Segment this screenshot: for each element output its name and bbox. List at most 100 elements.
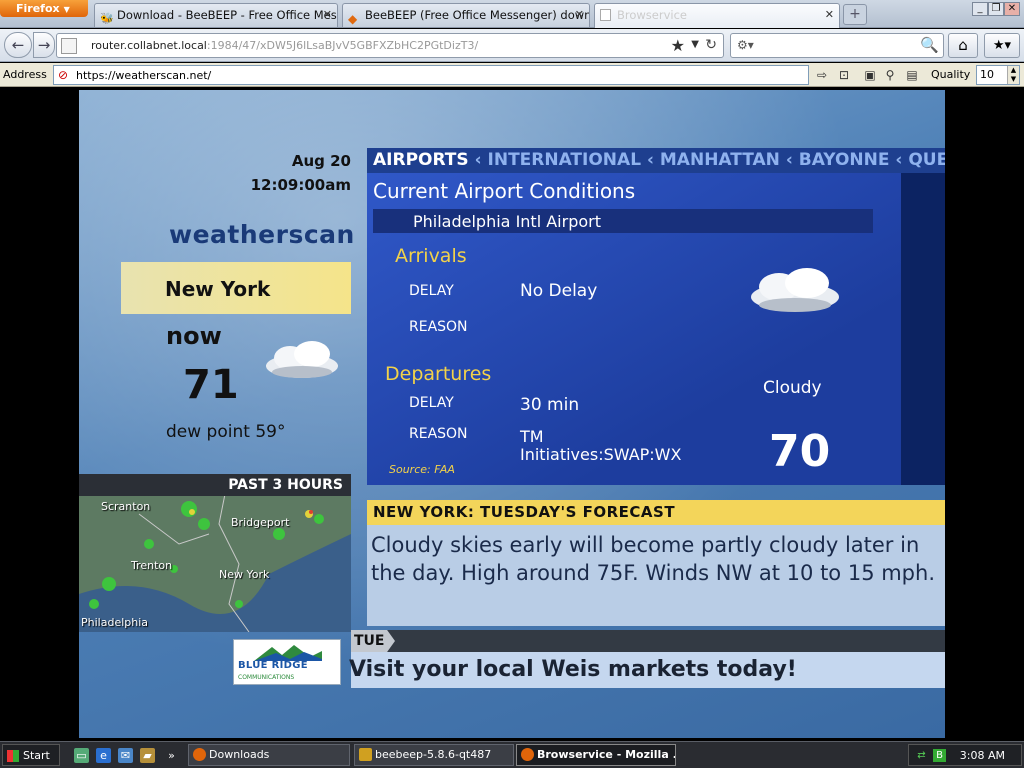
search-icon[interactable]: 🔍 [920, 36, 939, 54]
network-icon[interactable]: ⇄ [915, 749, 928, 762]
quality-label: Quality [931, 68, 971, 81]
chevron-down-icon: ▼ [63, 5, 70, 14]
airport-name-bar: Philadelphia Intl Airport [373, 209, 873, 233]
airport-title: Current Airport Conditions [373, 179, 636, 203]
internet-explorer-icon[interactable]: e [96, 748, 111, 763]
current-conditions-panel: Aug 20 12:09:00am weatherscan New York n… [79, 90, 354, 475]
cloudy-icon [751, 268, 839, 312]
forecast-panel: NEW YORK: TUESDAY'S FORECAST Cloudy skie… [367, 500, 945, 626]
firefox-icon [521, 748, 534, 761]
arrivals-delay-label: DELAY [409, 283, 454, 299]
search-engine-icon[interactable]: ⚙▾ [737, 38, 754, 52]
page-viewport: Aug 20 12:09:00am weatherscan New York n… [0, 88, 1024, 741]
airport-body: Current Airport Conditions Philadelphia … [367, 173, 901, 485]
taskbar-item-browservice[interactable]: Browservice - Mozilla ... [516, 744, 676, 766]
data-source: Source: FAA [389, 463, 455, 476]
forward-arrow-icon: → [37, 36, 51, 54]
map-label: Philadelphia [81, 616, 149, 629]
chevron-left-icon: ‹ [895, 150, 909, 170]
url-bar[interactable]: router.collabnet.local:1984/47/xDW5J6lLs… [56, 33, 724, 58]
clock: 3:08 AM [959, 749, 1005, 762]
bookmarks-button[interactable]: ★▾ [984, 33, 1020, 58]
bookmark-icon[interactable]: ⊡ [836, 67, 852, 83]
departures-heading: Departures [385, 363, 492, 385]
airport-nav: AIRPORTS ‹ INTERNATIONAL ‹ MANHATTAN ‹ B… [367, 148, 945, 173]
more-icons-chevron-icon[interactable]: » [164, 748, 179, 763]
ticker-bar: Visit your local Weis markets today! [349, 652, 945, 688]
tab-download-beebeep[interactable]: 🐝 Download - BeeBEEP - Free Office Messe… [94, 3, 338, 27]
outlook-express-icon[interactable]: ✉ [118, 748, 133, 763]
close-icon[interactable]: ✕ [575, 4, 584, 26]
navigation-bar: ← → router.collabnet.local:1984/47/xDW5J… [0, 29, 1024, 62]
departures-delay-value: 30 min [520, 395, 580, 415]
departures-delay-label: DELAY [409, 395, 454, 411]
restore-button[interactable]: ❐ [988, 2, 1004, 16]
tab-bar: Firefox ▼ 🐝 Download - BeeBEEP - Free Off… [0, 0, 1024, 28]
reload-icon[interactable]: ↻ [705, 37, 717, 53]
departures-reason-label: REASON [409, 426, 468, 442]
tab-beebeep-download[interactable]: ◆ BeeBEEP (Free Office Messenger) downl.… [342, 3, 590, 27]
folder-icon [359, 748, 372, 761]
find-icon[interactable]: ⚲ [882, 67, 898, 83]
search-bar[interactable]: ⚙▾ 🔍 [730, 33, 944, 58]
forecast-text: Cloudy skies early will become partly cl… [371, 533, 935, 585]
task-label: Downloads [209, 748, 270, 761]
radar-image [79, 474, 351, 632]
spin-arrows-icon[interactable]: ▲ ▼ [1007, 66, 1019, 84]
radar-title: PAST 3 HOURS [79, 474, 351, 496]
save-icon[interactable]: ▣ [862, 67, 878, 83]
task-label: beebeep-5.8.6-qt487 [375, 748, 492, 761]
page-favicon-icon: 🐝 [100, 12, 114, 25]
airport-condition: Cloudy [763, 378, 822, 398]
departures-reason-line2: Initiatives:SWAP:WX [520, 445, 682, 464]
history-dropdown-icon[interactable]: ▼ [691, 39, 699, 50]
beebeep-tray-icon[interactable]: B [933, 749, 946, 762]
chevron-left-icon: ‹ [646, 150, 660, 170]
arrivals-delay-value: No Delay [520, 281, 598, 301]
home-icon: ⌂ [958, 36, 968, 54]
sponsor-subtitle: COMMUNICATIONS [238, 674, 295, 681]
site-identity-icon[interactable] [61, 38, 77, 54]
quality-stepper[interactable]: 10 ▲ ▼ [976, 65, 1020, 85]
url-path: :1984/47/xDW5J6lLsaBJvV5GBFXZbHC2PGtDizT… [206, 39, 479, 52]
tab-browservice[interactable]: Browservice ✕ [594, 3, 840, 28]
minimize-button[interactable]: _ [972, 2, 988, 16]
map-label: Scranton [101, 500, 151, 513]
window-close-button[interactable]: ✕ [1004, 2, 1020, 16]
bookmark-star-icon[interactable]: ★ [671, 36, 685, 55]
airport-side-strip [901, 173, 945, 485]
map-label: Bridgeport [231, 516, 290, 529]
taskbar-item-beebeep[interactable]: beebeep-5.8.6-qt487 [354, 744, 514, 766]
forward-button[interactable]: → [33, 32, 55, 58]
new-tab-button[interactable]: + [843, 4, 867, 25]
bookmarks-icon: ★▾ [992, 38, 1012, 53]
airport-name: Philadelphia Intl Airport [413, 212, 601, 231]
windows-logo-icon [7, 750, 19, 762]
sourceforge-icon: ◆ [348, 12, 358, 26]
address-input[interactable]: ⊘ https://weatherscan.net/ [53, 65, 809, 85]
dew-point: dew point 59° [166, 422, 286, 442]
airport-temperature: 70 [769, 426, 831, 477]
blank-page-icon [600, 9, 611, 21]
radar-map: PAST 3 HOURS Scranton Bridgeport Trenton… [79, 474, 351, 632]
back-button[interactable]: ← [4, 32, 32, 58]
close-icon[interactable]: ✕ [323, 4, 332, 26]
clipboard-icon[interactable]: ▤ [904, 67, 920, 83]
folder-icon[interactable]: ▰ [140, 748, 155, 763]
go-icon[interactable]: ⇨ [814, 67, 830, 83]
home-button[interactable]: ⌂ [948, 33, 978, 58]
nav-item: QUEENS [908, 150, 945, 170]
map-label: New York [219, 568, 270, 581]
address-label: Address [3, 68, 47, 81]
arrivals-reason-label: REASON [409, 319, 468, 335]
nav-item: BAYONNE [798, 150, 890, 170]
url-host: router.collabnet.local [91, 39, 207, 52]
tab-label: Download - BeeBEEP - Free Office Messe..… [117, 8, 338, 22]
firefox-menu-button[interactable]: Firefox ▼ [0, 0, 88, 17]
start-button[interactable]: Start [2, 744, 60, 766]
taskbar-item-downloads[interactable]: Downloads [188, 744, 350, 766]
date: Aug 20 [291, 152, 351, 170]
close-icon[interactable]: ✕ [825, 4, 834, 26]
insecure-connection-icon: ⊘ [58, 68, 69, 82]
show-desktop-icon[interactable]: ▭ [74, 748, 89, 763]
